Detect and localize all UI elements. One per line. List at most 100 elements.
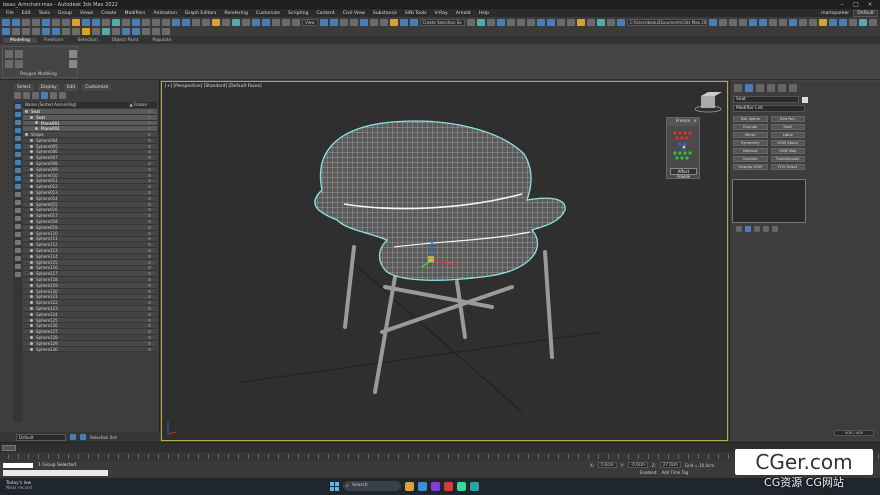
visibility-eye-icon[interactable] [30,335,33,339]
toolbar-tool-28-icon[interactable] [282,18,290,26]
freeze-toggle-icon[interactable] [148,301,151,305]
toolbar-tool-21-icon[interactable] [212,18,220,26]
toolbar-tool-20-icon[interactable] [202,18,210,26]
object-color-swatch[interactable] [802,97,808,103]
named-selection-set-dropdown[interactable]: Create Selection Se [419,18,465,26]
show-end-result-icon[interactable] [745,226,751,232]
toolbar-tool-70-icon[interactable] [848,18,857,26]
name-column-header[interactable]: Name (Sorted Ascending) [25,102,76,107]
modifier-turbosmooth-button[interactable]: TurboSmooth [770,156,805,162]
hierarchy-tab-icon[interactable] [756,84,764,92]
toolbar-tool-81-icon[interactable] [82,27,90,35]
toolbar-tool-53-icon[interactable] [596,18,605,26]
modifier-edit-spline-button[interactable]: Edit Spline [733,116,768,122]
menu-modifiers[interactable]: Modifiers [120,11,149,16]
table-row[interactable]: Sphere130 [23,347,157,353]
toolbar-tool-58-icon[interactable] [728,18,737,26]
freeze-toggle-icon[interactable] [148,144,151,148]
visibility-eye-icon[interactable] [30,138,33,142]
taskbar-search[interactable]: Search [343,481,401,491]
toolbar-tool-8-icon[interactable] [82,18,90,26]
toolbar-tool-11-icon[interactable] [112,18,120,26]
toolbar-tool-6-icon[interactable] [62,18,70,26]
configure-sets-icon[interactable] [772,226,778,232]
modifier-edit-poly-button[interactable]: Edit Poly [770,116,805,122]
visibility-eye-icon[interactable] [30,231,33,235]
menu-v-ray[interactable]: V-Ray [431,11,452,16]
3dsmax-icon[interactable] [470,481,479,491]
filter-toggle-17-icon[interactable] [15,240,21,245]
project-path-field[interactable]: C:\Users\beau\Documents\3ds Max 2022 [626,18,707,26]
toolbar-tool-57-icon[interactable] [718,18,727,26]
toolbar-tool-74-icon[interactable] [12,27,20,35]
freeze-toggle-icon[interactable] [148,179,151,183]
toolbar-tool-2-icon[interactable] [22,18,30,26]
modify-tab-icon[interactable] [745,84,753,92]
toolbar-tool-50-icon[interactable] [566,18,575,26]
freeze-toggle-icon[interactable] [148,324,151,328]
toolbar-tool-55-icon[interactable] [616,18,625,26]
time-slider-thumb[interactable] [2,445,16,451]
toolbar-tool-41-icon[interactable] [476,18,485,26]
menu-substance[interactable]: Substance [369,11,401,16]
modifier-uvw-xform-button[interactable]: UVW Xform [770,140,805,146]
toolbar-tool-88-icon[interactable] [152,27,160,35]
visibility-eye-icon[interactable] [30,202,33,206]
visibility-eye-icon[interactable] [30,214,33,218]
filter-toggle-16-icon[interactable] [15,232,21,237]
visibility-eye-icon[interactable] [30,306,33,310]
visibility-eye-icon[interactable] [30,208,33,212]
explorer-tab-select[interactable]: Select [14,84,34,91]
visibility-eye-icon[interactable] [30,220,33,224]
filter-toggle-15-icon[interactable] [15,224,21,229]
visibility-eye-icon[interactable] [30,254,33,258]
filter-toggle-19-icon[interactable] [15,256,21,261]
toolbar-tool-40-icon[interactable] [466,18,475,26]
menu-sini-tools[interactable]: SiNi Tools [401,11,431,16]
toolbar-tool-14-icon[interactable] [142,18,150,26]
ribbon-tab-freeform[interactable]: Freeform [37,38,71,43]
toolbar-tool-39-icon[interactable] [409,18,418,26]
filter-icon[interactable] [14,92,21,99]
motion-tab-icon[interactable] [767,84,775,92]
toolbar-tool-89-icon[interactable] [162,27,170,35]
filter-toggle-2-icon[interactable] [15,120,21,125]
freeze-toggle-icon[interactable] [148,237,151,241]
toolbar-tool-51-icon[interactable] [576,18,585,26]
freeze-toggle-icon[interactable] [148,208,151,212]
visibility-eye-icon[interactable] [30,278,33,281]
visibility-eye-icon[interactable] [30,144,33,148]
freeze-toggle-icon[interactable] [148,162,151,166]
toolbar-tool-44-icon[interactable] [506,18,515,26]
freeze-toggle-icon[interactable] [148,220,151,224]
freeze-toggle-icon[interactable] [148,231,151,235]
freeze-toggle-icon[interactable] [148,341,151,345]
filter-toggle-0-icon[interactable] [15,104,21,109]
ribbon-group-label[interactable]: Polygon Modeling [20,71,57,76]
freeze-toggle-icon[interactable] [148,191,151,195]
toolbar-tool-3-icon[interactable] [32,18,40,26]
filter-toggle-14-icon[interactable] [15,216,21,221]
modifier-extrude-button[interactable]: Extrude [733,124,768,130]
scene-explorer-icon[interactable] [80,434,86,440]
toolbar-tool-66-icon[interactable] [808,18,817,26]
toolbar-tool-73-icon[interactable] [2,27,10,35]
freeze-toggle-icon[interactable] [148,214,151,218]
toolbar-tool-80-icon[interactable] [72,27,80,35]
menu-group[interactable]: Group [54,11,76,16]
maxscript-listener[interactable] [3,463,33,468]
visibility-eye-icon[interactable] [25,133,28,137]
freeze-toggle-icon[interactable] [148,196,151,200]
toolbar-tool-38-icon[interactable] [399,18,408,26]
workspace-dropdown[interactable]: Default [853,9,878,17]
object-name-field[interactable]: Seat [733,96,799,103]
freeze-toggle-icon[interactable] [148,295,151,299]
viewcube[interactable] [694,92,722,113]
sort-icon[interactable] [50,92,57,99]
ribbon-tab-object-paint[interactable]: Object Paint [105,38,146,43]
menu-views[interactable]: Views [76,11,97,16]
toolbar-tool-43-icon[interactable] [496,18,505,26]
modifier-stack[interactable] [732,179,806,223]
modifier-shell-button[interactable]: Shell [770,124,805,130]
toolbar-tool-64-icon[interactable] [788,18,797,26]
